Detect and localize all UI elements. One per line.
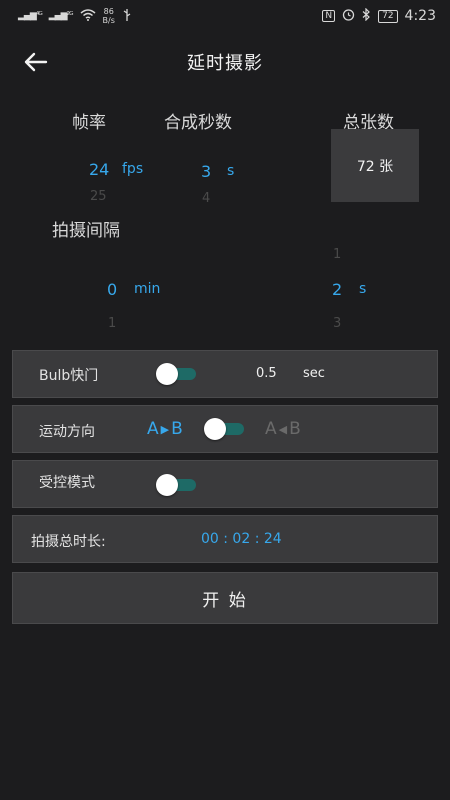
interval-min-unit: min <box>134 281 161 297</box>
start-button-label: 开 始 <box>202 590 248 611</box>
frame-rate-label: 帧率 <box>72 113 106 133</box>
start-button[interactable]: 开 始 <box>12 572 438 624</box>
interval-sec-value[interactable]: 2 <box>332 280 342 299</box>
synth-seconds-value[interactable]: 3 <box>201 162 211 181</box>
bluetooth-icon <box>362 7 371 24</box>
frame-rate-next[interactable]: 25 <box>90 189 107 204</box>
controlled-label: 受控模式 <box>39 475 95 491</box>
bulb-toggle[interactable] <box>156 363 198 385</box>
interval-sec-prev[interactable]: 1 <box>333 247 341 262</box>
duration-label: 拍摄总时长: <box>31 534 106 550</box>
interval-sec-unit: s <box>359 281 367 297</box>
signal-4g-icon: ▂▄▆⁴ᴳ <box>18 11 43 21</box>
play-right-icon: ▶ <box>160 422 170 436</box>
page-title: 延时摄影 <box>187 53 263 74</box>
interval-label: 拍摄间隔 <box>52 221 120 241</box>
synth-seconds-next[interactable]: 4 <box>202 191 210 206</box>
interval-min-value[interactable]: 0 <box>107 280 117 299</box>
battery-icon: 72 <box>378 9 398 23</box>
bulb-label: Bulb快门 <box>39 368 99 384</box>
alarm-icon <box>342 8 355 24</box>
network-speed: 86 B/s <box>102 7 115 25</box>
signal-2g-icon: ▂▄▆²ᴳ <box>48 11 74 21</box>
total-frames-box: 72 张 <box>331 129 419 202</box>
synth-seconds-label: 合成秒数 <box>164 113 232 133</box>
synth-seconds-unit: s <box>227 163 235 179</box>
back-arrow-icon[interactable] <box>22 50 48 74</box>
interval-min-next[interactable]: 1 <box>108 316 116 331</box>
motion-direction-toggle[interactable] <box>204 418 246 440</box>
direction-a-to-b[interactable]: A ▶ B <box>147 419 183 439</box>
bulb-unit: sec <box>303 366 325 381</box>
usb-icon <box>122 8 132 25</box>
bulb-value[interactable]: 0.5 <box>256 366 277 381</box>
status-bar: ▂▄▆⁴ᴳ ▂▄▆²ᴳ 86 B/s N 72 4:23 <box>0 0 450 32</box>
motion-row: 运动方向 A ▶ B A ◀ B <box>12 405 438 453</box>
frame-rate-value[interactable]: 24 <box>89 160 109 179</box>
play-left-icon: ◀ <box>278 422 288 436</box>
controlled-row: 受控模式 <box>12 460 438 508</box>
frame-rate-unit: fps <box>122 161 144 177</box>
direction-b-to-a[interactable]: A ◀ B <box>265 419 301 439</box>
total-frames-value: 72 张 <box>356 158 394 175</box>
app-bar: 延时摄影 <box>0 40 450 84</box>
interval-sec-next[interactable]: 3 <box>333 316 341 331</box>
controlled-toggle[interactable] <box>156 474 198 496</box>
bulb-row: Bulb快门 0.5 sec <box>12 350 438 398</box>
clock-time: 4:23 <box>404 8 436 24</box>
motion-label: 运动方向 <box>39 424 95 440</box>
nfc-icon: N <box>322 10 336 22</box>
wifi-icon <box>80 8 96 24</box>
duration-row: 拍摄总时长: 00 : 02 : 24 <box>12 515 438 563</box>
duration-value: 00 : 02 : 24 <box>201 531 282 547</box>
